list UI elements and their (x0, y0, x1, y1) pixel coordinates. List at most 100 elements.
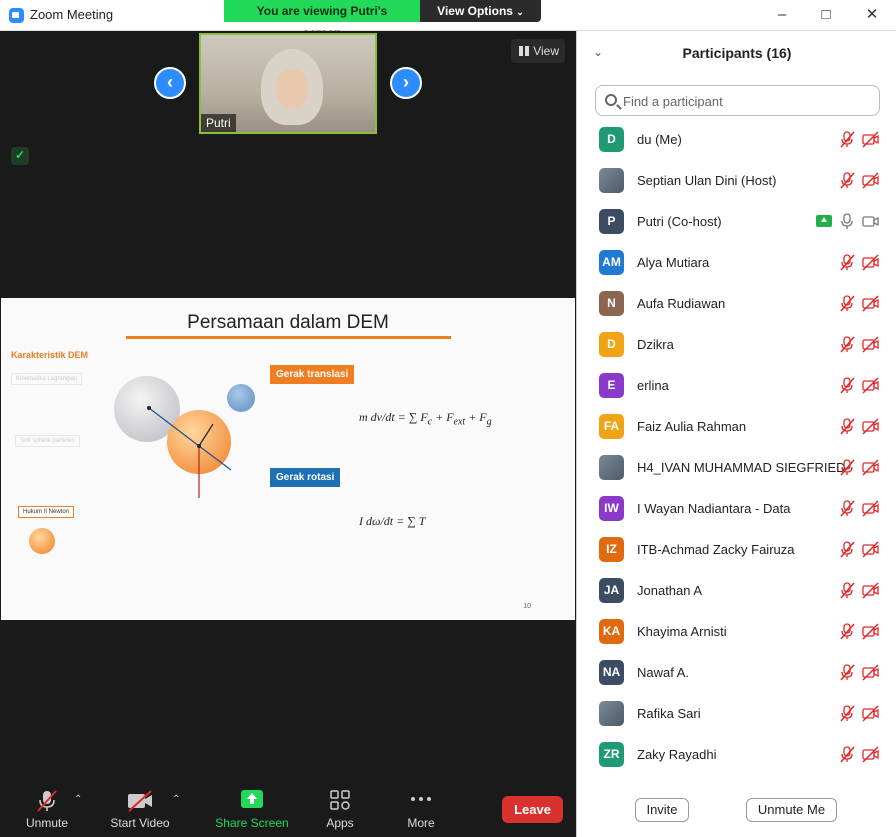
participant-name: Putri (Co-host) (637, 214, 722, 229)
participant-name: I Wayan Nadiantara - Data (637, 501, 791, 516)
mic-icon (839, 213, 856, 230)
rotation-equation: I dω/dt = ∑ T (359, 514, 426, 528)
participant-photo-avatar (599, 168, 624, 193)
muted-mic-icon (839, 541, 856, 558)
unmute-me-button[interactable]: Unmute Me (746, 798, 837, 822)
previous-video-button[interactable]: ‹ (154, 67, 186, 99)
muted-mic-icon (839, 664, 856, 681)
participant-row[interactable]: NA Nawaf A. (577, 652, 896, 693)
unmute-label: Unmute (25, 816, 69, 830)
participant-name: Septian Ulan Dini (Host) (637, 173, 777, 188)
viewing-screen-label: You are viewing Putri's screen (224, 0, 420, 40)
participant-row[interactable]: D Dzikra (577, 324, 896, 365)
participant-row[interactable]: ZR Zaky Rayadhi (577, 734, 896, 775)
next-video-button[interactable]: › (390, 67, 422, 99)
security-shield-icon[interactable] (11, 147, 29, 165)
participant-row[interactable]: KA Khayima Arnisti (577, 611, 896, 652)
video-off-icon (862, 664, 879, 681)
participant-row[interactable]: Septian Ulan Dini (Host) (577, 160, 896, 201)
video-off-icon (862, 500, 879, 517)
video-off-icon (862, 705, 879, 722)
view-label: View (533, 44, 559, 58)
participant-row[interactable]: Rafika Sari (577, 693, 896, 734)
participant-avatar: KA (599, 619, 624, 644)
participant-row[interactable]: Ddu (Me) (577, 119, 896, 160)
participant-name: Nawaf A. (637, 665, 690, 680)
small-sphere-illustration (29, 528, 55, 554)
participant-name: Dzikra (637, 337, 674, 352)
more-button[interactable]: More (400, 761, 442, 837)
apps-button[interactable]: Apps (318, 761, 362, 837)
video-off-icon (862, 377, 879, 394)
participant-name: Jonathan A (637, 583, 703, 598)
apps-label: Apps (326, 816, 354, 830)
more-dots-icon (411, 797, 431, 801)
video-off-icon (862, 172, 879, 189)
participant-avatar: IZ (599, 537, 624, 562)
video-off-icon (862, 746, 879, 763)
muted-mic-icon (839, 623, 856, 640)
participant-row[interactable]: H4_IVAN MUHAMMAD SIEGFRIED (577, 447, 896, 488)
leave-button[interactable]: Leave (502, 796, 563, 823)
muted-mic-icon (839, 459, 856, 476)
participant-row[interactable]: N Aufa Rudiawan (577, 283, 896, 324)
view-button[interactable]: View (511, 39, 565, 63)
video-off-icon (862, 459, 879, 476)
share-screen-button[interactable]: Share Screen (212, 761, 292, 837)
participant-avatar: JA (599, 578, 624, 603)
participant-name: Aufa Rudiawan (637, 296, 726, 311)
participants-panel: ⌄ Participants (16) Ddu (Me)Septian Ulan… (576, 31, 896, 837)
participant-name: Zaky Rayadhi (637, 747, 717, 762)
participant-row[interactable]: AM Alya Mutiara (577, 242, 896, 283)
muted-mic-icon (37, 790, 57, 812)
view-options-label: View Options (437, 4, 513, 18)
participant-avatar: FA (599, 414, 624, 439)
maximize-button[interactable]: □ (816, 5, 836, 25)
video-options-caret[interactable]: ⌃ (172, 794, 180, 805)
unmute-button[interactable]: Unmute (16, 761, 78, 837)
speaker-face (276, 69, 308, 109)
start-video-button[interactable]: Start Video (104, 761, 176, 837)
participant-name: Faiz Aulia Rahman (637, 419, 747, 434)
participant-row[interactable]: IZ ITB-Achmad Zacky Fairuza (577, 529, 896, 570)
participant-row[interactable]: FA Faiz Aulia Rahman (577, 406, 896, 447)
participant-avatar: ZR (599, 742, 624, 767)
participant-avatar: N (599, 291, 624, 316)
video-off-icon (862, 582, 879, 599)
slide-newton-box: Hukum II Newton (18, 506, 75, 518)
participant-row[interactable]: IW I Wayan Nadiantara - Data (577, 488, 896, 529)
minimize-button[interactable]: – (772, 5, 792, 25)
participant-name: Alya Mutiara (637, 255, 710, 270)
participant-row[interactable]: JA Jonathan A (577, 570, 896, 611)
participant-avatar: IW (599, 496, 624, 521)
muted-mic-icon (839, 254, 856, 271)
share-screen-icon (241, 790, 263, 808)
participant-search-input[interactable] (623, 91, 873, 111)
participant-name: H4_IVAN MUHAMMAD SIEGFRIED (637, 460, 846, 475)
video-off-icon (862, 254, 879, 271)
speaker-video-thumbnail[interactable]: Putri (199, 33, 377, 134)
participant-search-box[interactable] (595, 85, 880, 116)
view-options-button[interactable]: View Options ⌄ (420, 0, 541, 22)
muted-mic-icon (839, 377, 856, 394)
participant-avatar: D (599, 127, 624, 152)
participant-row[interactable]: P Putri (Co-host) (577, 201, 896, 242)
participant-avatar: D (599, 332, 624, 357)
muted-mic-icon (839, 131, 856, 148)
participant-row[interactable]: Eerlina (577, 365, 896, 406)
slide-side-item: Kinematika Lagrangian (11, 373, 83, 385)
participant-photo-avatar (599, 701, 624, 726)
translation-equation: m dv/dt = ∑ Fc + Fext + Fg (359, 410, 492, 428)
rotation-label: Gerak rotasi (270, 468, 341, 487)
slide-page-number: 10 (523, 603, 531, 610)
participant-avatar: E (599, 373, 624, 398)
invite-button[interactable]: Invite (635, 798, 689, 822)
slide-side-heading: Karakteristik DEM (11, 350, 89, 360)
close-window-button[interactable]: ✕ (862, 5, 882, 25)
video-off-icon (862, 623, 879, 640)
zoom-meeting-window: Zoom Meeting You are viewing Putri's scr… (0, 0, 896, 837)
muted-mic-icon (839, 705, 856, 722)
audio-options-caret[interactable]: ⌃ (74, 794, 82, 805)
chevron-down-icon: ⌄ (516, 7, 524, 17)
zoom-logo-icon (9, 8, 24, 23)
